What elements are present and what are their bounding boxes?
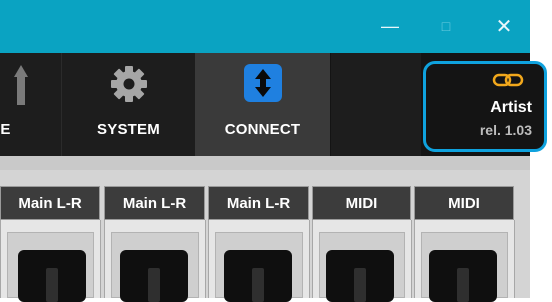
arrow-up-icon [14,65,28,109]
artist-name: Artist [490,99,532,116]
channel-header[interactable]: MIDI [312,186,411,220]
tab-re[interactable]: RE [0,53,62,156]
artist-version-badge[interactable]: Artist rel. 1.03 [423,61,547,152]
tab-connect[interactable]: CONNECT [195,53,330,156]
channel-header[interactable]: Main L-R [104,186,205,220]
control-slot [46,268,58,302]
control-slot [148,268,160,302]
channel-header[interactable]: MIDI [414,186,514,220]
close-button[interactable]: ✕ [490,14,518,38]
channel-control[interactable] [120,250,188,302]
control-slot [354,268,366,302]
channel-label: MIDI [345,194,378,212]
channel-label: Main L-R [18,194,82,212]
tab-system[interactable]: SYSTEM [62,53,196,156]
channel-control[interactable] [429,250,497,302]
channel-header[interactable]: Main L-R [208,186,309,220]
channel-label: Main L-R [122,194,187,212]
channel-control[interactable] [326,250,394,302]
channel-control[interactable] [224,250,292,302]
maximize-button[interactable]: □ [432,14,460,38]
tab-connect-label: CONNECT [224,121,301,138]
channel-header[interactable]: Main L-R [0,186,100,220]
minimize-button[interactable]: — [376,14,404,38]
channel-label: MIDI [448,194,480,212]
gear-icon [109,64,149,108]
tab-re-label: RE [0,121,11,138]
title-bar: — □ ✕ [0,0,530,53]
chain-link-icon [492,72,524,93]
control-slot [252,268,264,302]
up-down-arrows-icon [243,64,282,106]
tab-system-label: SYSTEM [97,121,160,138]
control-slot [457,268,469,302]
release-version: rel. 1.03 [479,122,532,138]
channel-label: Main L-R [226,194,291,212]
channel-control[interactable] [18,250,86,302]
toolbar-spacer [331,53,421,156]
